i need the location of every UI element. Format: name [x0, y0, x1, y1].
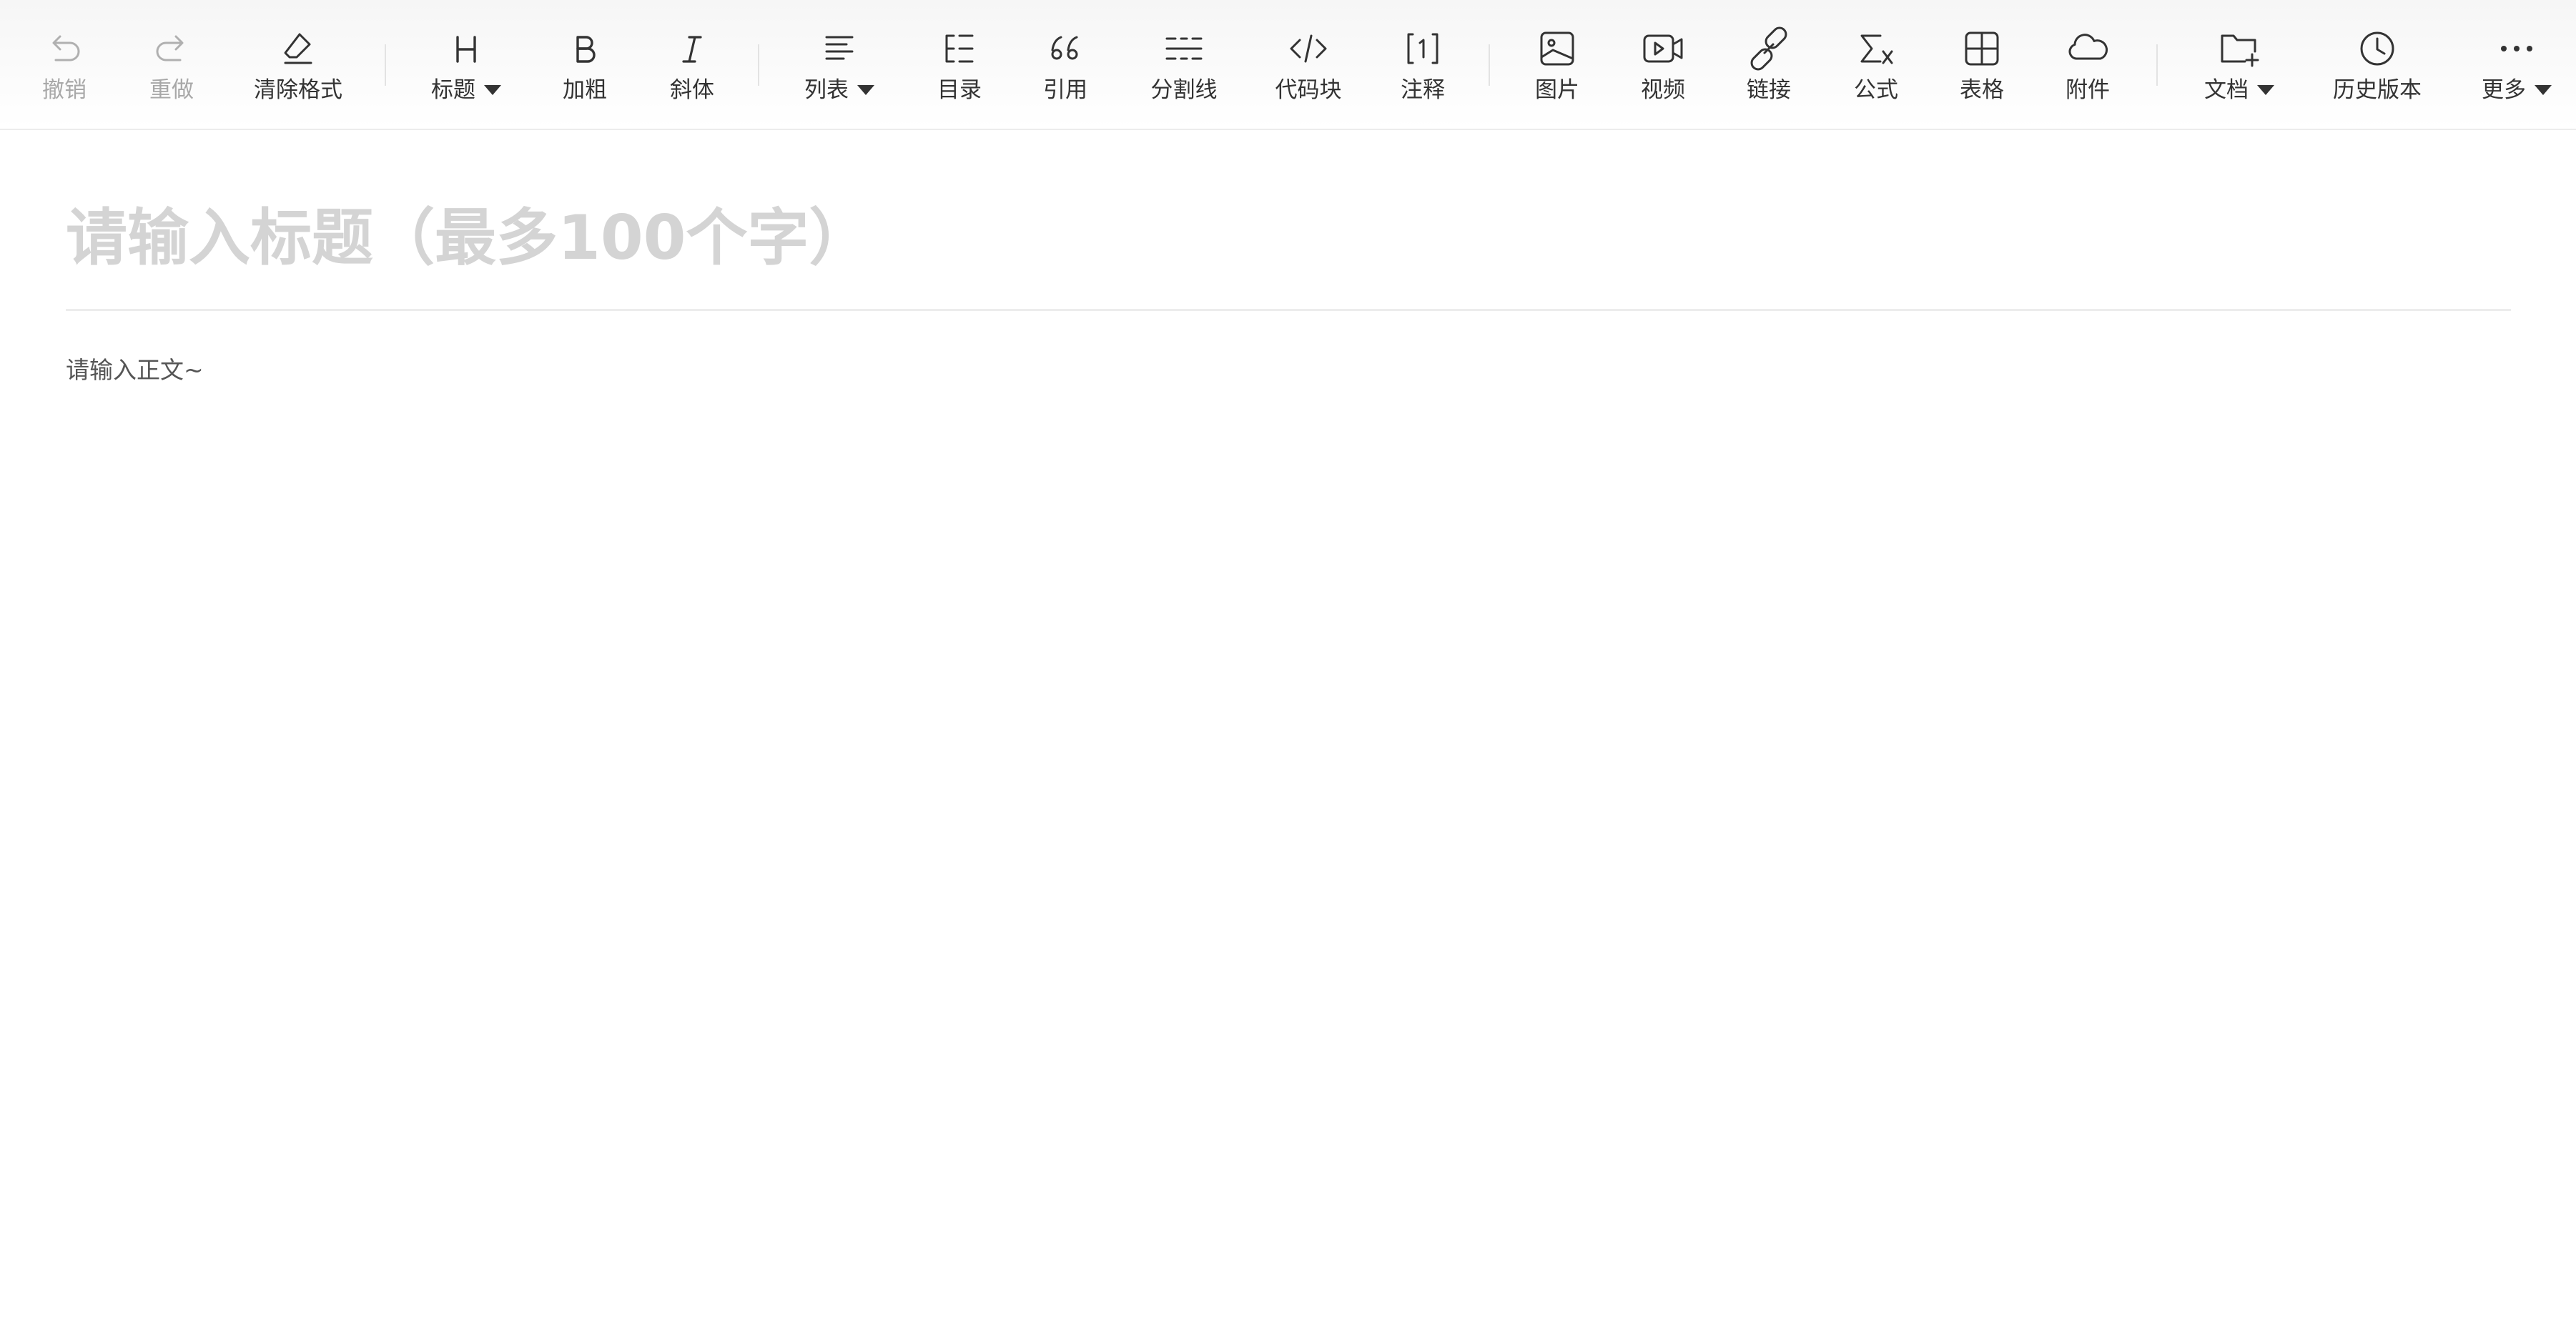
- divider-icon: [1161, 26, 1207, 71]
- document-label: 文档: [2204, 77, 2249, 103]
- heading-dropdown[interactable]: 标题: [426, 0, 506, 130]
- attachment-button[interactable]: 附件: [2058, 0, 2118, 130]
- undo-button[interactable]: 撤销: [36, 0, 93, 130]
- heading-icon: [443, 26, 489, 71]
- caret-down-icon: [2257, 85, 2274, 95]
- table-button[interactable]: 表格: [1952, 0, 2012, 130]
- clock-icon: [2354, 26, 2400, 71]
- footnote-label: 注释: [1401, 77, 1445, 103]
- title-input[interactable]: [66, 192, 2511, 285]
- divider-label: 分割线: [1150, 77, 1218, 103]
- caret-down-icon: [2535, 85, 2552, 95]
- toolbar-divider: [385, 44, 386, 86]
- italic-icon: [669, 26, 715, 71]
- quote-button[interactable]: 引用: [1035, 0, 1095, 130]
- history-button[interactable]: 历史版本: [2331, 0, 2424, 130]
- code-icon: [1285, 26, 1331, 71]
- undo-label: 撤销: [42, 77, 87, 103]
- toc-icon: [937, 26, 982, 71]
- body-editor[interactable]: 请输入正文~: [66, 355, 2511, 1284]
- folder-add-icon: [2216, 26, 2262, 71]
- toc-label: 目录: [937, 77, 982, 103]
- list-dropdown[interactable]: 列表: [799, 0, 879, 130]
- heading-label: 标题: [431, 77, 475, 103]
- image-label: 图片: [1535, 77, 1579, 103]
- link-button[interactable]: 链接: [1739, 0, 1799, 130]
- footnote-button[interactable]: 注释: [1393, 0, 1453, 130]
- divider-button[interactable]: 分割线: [1145, 0, 1223, 130]
- toc-button[interactable]: 目录: [929, 0, 990, 130]
- video-label: 视频: [1641, 77, 1685, 103]
- list-label: 列表: [804, 77, 849, 103]
- editor-toolbar: 撤销 重做 清除格式 标题 加粗 斜体 列表 目录 引用 分割线 代码块 注释 …: [0, 0, 2576, 130]
- eraser-icon: [275, 26, 321, 71]
- table-label: 表格: [1960, 77, 2004, 103]
- formula-label: 公式: [1854, 77, 1898, 103]
- toolbar-divider: [1489, 44, 1490, 86]
- body-placeholder: 请输入正文~: [66, 356, 204, 384]
- quote-label: 引用: [1043, 77, 1087, 103]
- clear-format-label: 清除格式: [254, 77, 342, 103]
- document-dropdown[interactable]: 文档: [2199, 0, 2279, 130]
- history-label: 历史版本: [2333, 77, 2422, 103]
- redo-button[interactable]: 重做: [143, 0, 200, 130]
- redo-icon: [149, 26, 194, 71]
- sigma-icon: [1853, 26, 1899, 71]
- title-divider: [66, 309, 2511, 311]
- bold-button[interactable]: 加粗: [555, 0, 615, 130]
- more-label: 更多: [2482, 77, 2526, 103]
- italic-button[interactable]: 斜体: [662, 0, 722, 130]
- code-block-label: 代码块: [1275, 77, 1342, 103]
- clear-format-button[interactable]: 清除格式: [250, 0, 346, 130]
- bold-label: 加粗: [563, 77, 607, 103]
- video-icon: [1640, 26, 1686, 71]
- caret-down-icon: [484, 85, 501, 95]
- toolbar-divider: [758, 44, 759, 86]
- more-icon: [2494, 26, 2540, 71]
- more-dropdown[interactable]: 更多: [2479, 0, 2554, 130]
- bold-icon: [562, 26, 608, 71]
- link-icon: [1746, 26, 1792, 71]
- image-button[interactable]: 图片: [1527, 0, 1587, 130]
- quote-icon: [1042, 26, 1088, 71]
- cloud-icon: [2065, 26, 2111, 71]
- undo-icon: [41, 26, 87, 71]
- toolbar-divider: [2156, 44, 2158, 86]
- code-block-button[interactable]: 代码块: [1270, 0, 1347, 130]
- footnote-icon: [1400, 26, 1446, 71]
- caret-down-icon: [857, 85, 874, 95]
- italic-label: 斜体: [670, 77, 714, 103]
- formula-button[interactable]: 公式: [1846, 0, 1906, 130]
- link-label: 链接: [1747, 77, 1791, 103]
- image-icon: [1534, 26, 1580, 71]
- table-icon: [1959, 26, 2005, 71]
- video-button[interactable]: 视频: [1633, 0, 1693, 130]
- attachment-label: 附件: [2066, 77, 2110, 103]
- list-icon: [816, 26, 862, 71]
- redo-label: 重做: [149, 77, 194, 103]
